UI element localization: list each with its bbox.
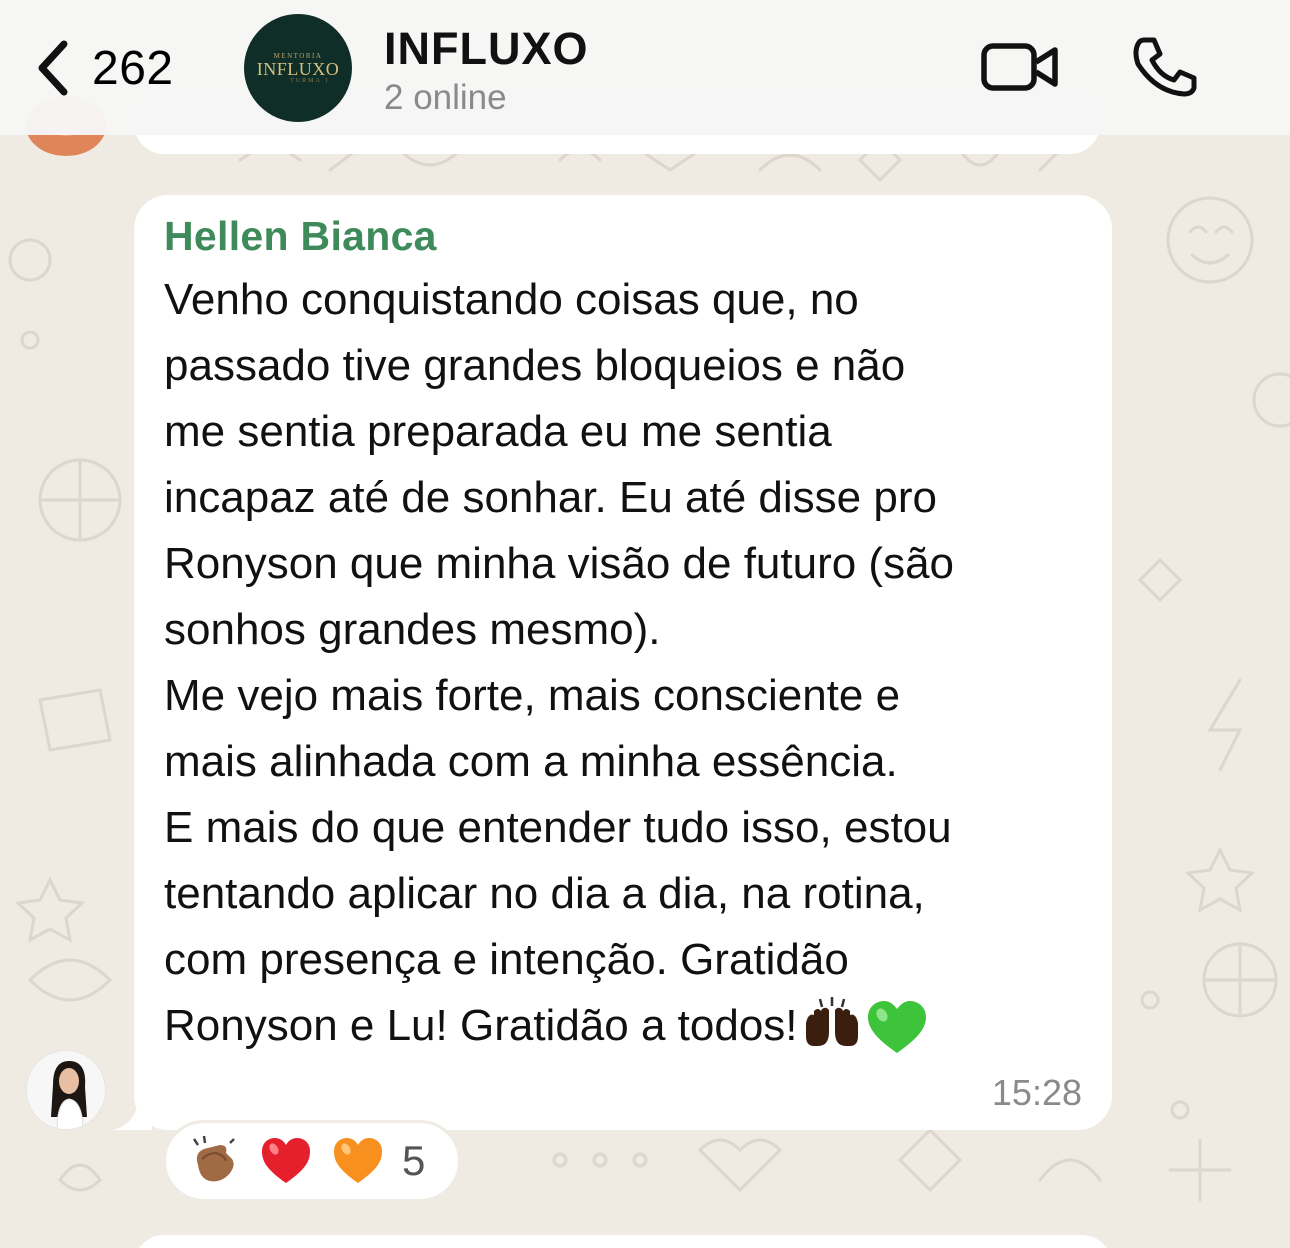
reaction-count: 5 bbox=[402, 1137, 426, 1184]
chevron-left-icon bbox=[38, 40, 68, 96]
person-avatar-icon bbox=[27, 1051, 105, 1129]
avatar-logo-text: INFLUXO bbox=[256, 59, 340, 79]
group-title-block[interactable]: INFLUXO 2 online bbox=[384, 24, 589, 118]
message-line: Me vejo mais forte, mais consciente e bbox=[164, 671, 901, 720]
red-heart-emoji bbox=[262, 1138, 310, 1183]
chat-header: 262 MENTORIA INFLUXO TURMA 1 INFLUXO 2 o… bbox=[0, 0, 1290, 135]
group-status: 2 online bbox=[384, 78, 507, 117]
message-line: Ronyson e Lu! Gratidão a todos! bbox=[164, 1001, 798, 1050]
message-line: tentando aplicar no dia a dia, na rotina… bbox=[164, 869, 925, 918]
message-line: passado tive grandes bloqueios e não bbox=[164, 341, 906, 390]
avatar-logo-sub2: TURMA 1 bbox=[290, 78, 330, 84]
message-last-line: Ronyson e Lu! Gratidão a todos! bbox=[164, 993, 1094, 1059]
orange-heart-emoji bbox=[334, 1138, 382, 1183]
next-message-bubble[interactable] bbox=[134, 1235, 1112, 1248]
message-line: incapaz até de sonhar. Eu até disse pro bbox=[164, 473, 937, 522]
phone-icon[interactable] bbox=[1130, 34, 1198, 98]
message-line: me sentia preparada eu me sentia bbox=[164, 407, 832, 456]
message-line: sonhos grandes mesmo). bbox=[164, 605, 661, 654]
sender-name[interactable]: Hellen Bianca bbox=[164, 213, 437, 260]
unread-count: 262 bbox=[92, 41, 174, 95]
group-name: INFLUXO bbox=[384, 23, 589, 74]
message-timestamp: 15:28 bbox=[991, 1072, 1082, 1113]
bubble-tail bbox=[112, 1098, 152, 1130]
message-bubble[interactable]: Hellen Bianca Venho conquistando coisas … bbox=[134, 195, 1112, 1130]
message-line: Venho conquistando coisas que, no bbox=[164, 275, 859, 324]
message-line: Ronyson que minha visão de futuro (são bbox=[164, 539, 955, 588]
message-line: com presença e intenção. Gratidão bbox=[164, 935, 849, 984]
reactions-bar[interactable]: 5 bbox=[163, 1120, 461, 1202]
clapping-hands-emoji bbox=[192, 1135, 235, 1182]
video-icon[interactable] bbox=[980, 40, 1060, 94]
message-line: mais alinhada com a minha essência. bbox=[164, 737, 898, 786]
raising-hands-emoji bbox=[805, 997, 858, 1047]
group-avatar[interactable]: MENTORIA INFLUXO TURMA 1 bbox=[244, 14, 352, 122]
sender-avatar[interactable] bbox=[26, 1050, 106, 1130]
message-text: Venho conquistando coisas que, no passad… bbox=[164, 267, 1094, 1059]
message-line: E mais do que entender tudo isso, estou bbox=[164, 803, 952, 852]
green-heart-emoji bbox=[867, 1001, 926, 1054]
back-button[interactable]: 262 bbox=[30, 30, 174, 106]
